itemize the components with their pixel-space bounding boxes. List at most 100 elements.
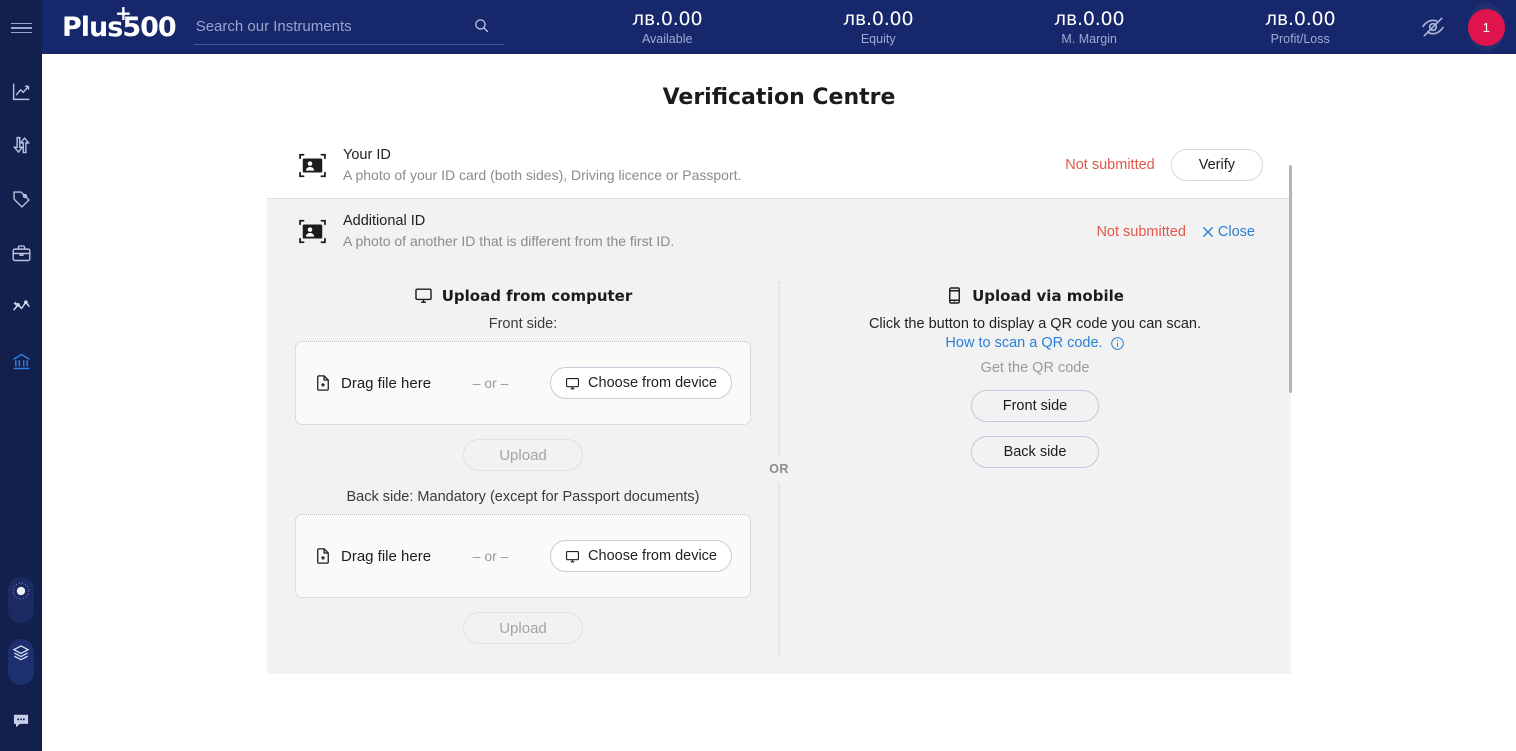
briefcase-icon — [11, 244, 31, 261]
back-upload-button[interactable]: Upload — [463, 612, 583, 644]
sidebar-nav — [0, 64, 42, 388]
balance-label: Profit/Loss — [1270, 31, 1330, 46]
divider-or-label: OR — [761, 456, 797, 482]
balance-profit-loss: лв.0.00 Profit/Loss — [1195, 8, 1406, 47]
sparkline-icon — [12, 299, 30, 311]
back-dropzone[interactable]: Drag file here – or – Choose from device — [295, 514, 751, 598]
avatar: 1 — [1467, 8, 1505, 46]
close-label: Close — [1217, 223, 1255, 240]
page-title: Verification Centre — [662, 85, 896, 110]
dial-knob-icon — [10, 580, 32, 602]
how-to-scan-label: How to scan a QR code. — [945, 335, 1103, 351]
monitor-icon — [566, 377, 580, 389]
balance-label: Equity — [860, 31, 896, 46]
brand-plus-icon: + — [114, 0, 132, 25]
bank-icon — [12, 353, 30, 369]
mobile-instruction-text: Click the button to display a QR code yo… — [868, 316, 1202, 332]
front-choose-label: Choose from device — [588, 375, 717, 391]
sidebar-item-theme-toggle[interactable] — [8, 577, 34, 623]
qr-front-side-button[interactable]: Front side — [971, 390, 1099, 422]
sidebar-item-instruments[interactable] — [0, 172, 42, 226]
status-badge: Not submitted — [1065, 157, 1155, 173]
chat-bubble-icon — [13, 714, 29, 728]
document-row-additional-id: Additional ID A photo of another ID that… — [267, 198, 1291, 264]
front-side-label: Front side: — [488, 316, 558, 332]
back-or-text: – or – — [472, 548, 509, 564]
upload-from-computer-column: Upload from computer Front side: Drag fi… — [267, 286, 779, 644]
price-tag-icon — [12, 190, 30, 208]
search-input[interactable] — [193, 18, 504, 35]
front-choose-from-device-button[interactable]: Choose from device — [550, 367, 732, 399]
account-balances: лв.0.00 Available лв.0.00 Equity лв.0.00… — [562, 8, 1406, 47]
id-card-glyph — [298, 219, 326, 244]
eye-off-icon — [1421, 17, 1444, 37]
search-container — [193, 9, 504, 45]
upload-via-mobile-column: Upload via mobile Click the button to di… — [779, 286, 1291, 644]
dial-glyph — [12, 582, 30, 600]
balance-value: лв.0.00 — [1265, 7, 1336, 30]
document-title: Your ID — [343, 146, 391, 163]
sidebar-item-layers[interactable] — [8, 639, 34, 685]
sidebar-item-chat[interactable] — [0, 701, 42, 741]
document-text: Additional ID A photo of another ID that… — [343, 212, 1096, 251]
sidebar-item-funds[interactable] — [0, 334, 42, 388]
back-choose-label: Choose from device — [588, 548, 717, 564]
document-row-your-id: Your ID A photo of your ID card (both si… — [267, 132, 1291, 198]
hamburger-line — [10, 31, 32, 34]
verification-panel: Your ID A photo of your ID card (both si… — [267, 132, 1292, 674]
brand-logo[interactable]: Plus500 + — [62, 3, 177, 43]
monitor-icon — [566, 550, 580, 562]
line-chart-icon — [12, 83, 29, 100]
user-avatar-button[interactable]: 1 — [1467, 3, 1505, 51]
front-upload-button[interactable]: Upload — [463, 439, 583, 471]
balance-value: лв.0.00 — [632, 7, 703, 30]
close-x-icon — [1202, 226, 1213, 237]
back-drag-label: Drag file here — [341, 547, 432, 565]
trade-arrows-icon — [12, 136, 30, 153]
balance-label: M. Margin — [1061, 31, 1117, 46]
id-card-icon — [295, 151, 329, 180]
main-content: Verification Centre Your ID A photo of y… — [42, 54, 1516, 751]
front-dropzone[interactable]: Drag file here – or – Choose from device — [295, 341, 751, 425]
back-drag-text: Drag file here — [314, 547, 431, 565]
document-subtitle: A photo of your ID card (both sides), Dr… — [343, 166, 742, 183]
document-subtitle: A photo of another ID that is different … — [343, 233, 675, 249]
mobile-phone-icon — [949, 287, 961, 304]
app-root: Plus500 + лв.0.00 Available лв.0.00 Equi… — [0, 0, 1516, 751]
close-button[interactable]: Close — [1202, 224, 1263, 240]
hamburger-line — [10, 27, 32, 29]
upload-computer-heading-label: Upload from computer — [441, 286, 633, 305]
upload-mobile-heading-label: Upload via mobile — [972, 286, 1124, 305]
sidebar-item-charts[interactable] — [0, 64, 42, 118]
hamburger-menu-icon[interactable] — [0, 0, 42, 56]
document-text: Your ID A photo of your ID card (both si… — [343, 146, 1065, 185]
how-to-scan-link[interactable]: How to scan a QR code. — [945, 335, 1124, 351]
back-choose-from-device-button[interactable]: Choose from device — [550, 540, 732, 572]
balance-label: Available — [641, 31, 693, 46]
monitor-icon — [415, 288, 432, 303]
info-circle-icon — [1110, 336, 1124, 350]
balance-value: лв.0.00 — [1054, 7, 1125, 30]
hide-balance-button[interactable] — [1420, 14, 1446, 40]
front-drag-label: Drag file here — [341, 374, 432, 392]
layers-glyph — [12, 645, 30, 661]
left-sidebar — [0, 0, 42, 751]
file-add-icon — [317, 548, 329, 564]
sidebar-bottom-nav — [0, 577, 42, 751]
panel-scrollbar[interactable] — [1289, 165, 1292, 393]
id-card-icon — [295, 217, 329, 246]
status-badge: Not submitted — [1096, 223, 1186, 240]
front-drag-text: Drag file here — [314, 374, 431, 392]
qr-back-side-button[interactable]: Back side — [971, 436, 1099, 468]
verify-button[interactable]: Verify — [1170, 149, 1263, 181]
avatar-badge-count: 1 — [1482, 19, 1490, 35]
get-qr-code-text: Get the QR code — [980, 360, 1090, 376]
sidebar-item-portfolio[interactable] — [0, 226, 42, 280]
document-title: Additional ID — [343, 213, 426, 229]
balance-margin: лв.0.00 M. Margin — [984, 8, 1195, 47]
balance-available: лв.0.00 Available — [562, 8, 773, 47]
sidebar-item-analytics[interactable] — [0, 280, 42, 334]
balance-equity: лв.0.00 Equity — [773, 8, 984, 47]
sidebar-item-trade[interactable] — [0, 118, 42, 172]
search-icon[interactable] — [473, 17, 490, 39]
